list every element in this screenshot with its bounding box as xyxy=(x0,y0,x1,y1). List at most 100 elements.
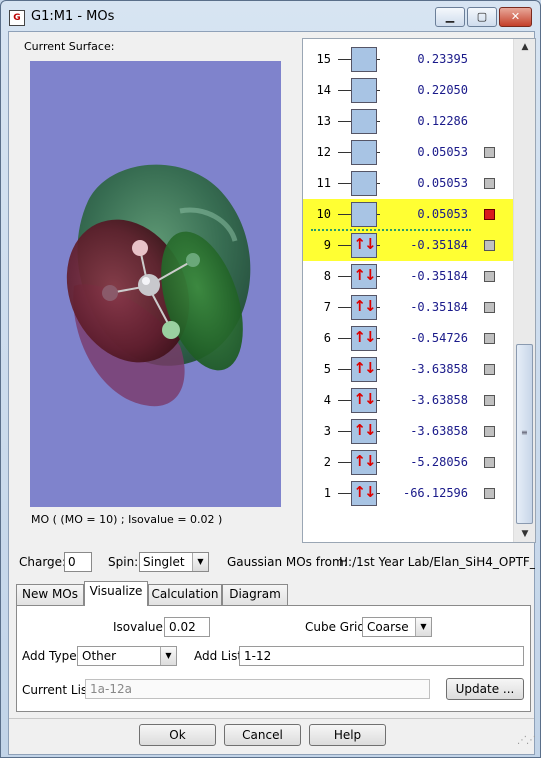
orbital-box[interactable]: ↑↓ xyxy=(351,388,377,413)
cube-grid-label: Cube Grid: xyxy=(305,620,370,634)
mo-number: 11 xyxy=(316,176,331,190)
gaussian-mos-from-label: Gaussian MOs from: xyxy=(227,555,348,569)
close-button[interactable]: ✕ xyxy=(499,7,532,27)
surface-checkbox[interactable] xyxy=(484,271,495,282)
orbital-box[interactable]: ↑↓ xyxy=(351,419,377,444)
spin-select[interactable]: Singlet ▼ xyxy=(139,552,209,572)
homo-lumo-divider xyxy=(311,229,471,231)
mo-row-13[interactable]: 13 0.12286 xyxy=(303,106,513,137)
surface-checkbox[interactable] xyxy=(484,488,495,499)
cancel-button[interactable]: Cancel xyxy=(224,724,301,746)
mo-row-8[interactable]: 8 ↑↓ -0.35184 xyxy=(303,261,513,292)
mo-row-6[interactable]: 6 ↑↓ -0.54726 xyxy=(303,323,513,354)
orbital-box[interactable] xyxy=(351,47,377,72)
surface-checkbox[interactable] xyxy=(484,178,495,189)
mo-energy-value: -3.63858 xyxy=(410,362,468,376)
dropdown-arrow-icon[interactable]: ▼ xyxy=(160,647,176,665)
add-type-select[interactable]: Other ▼ xyxy=(77,646,177,666)
surface-shown-checkbox[interactable] xyxy=(484,209,495,220)
surface-checkbox[interactable] xyxy=(484,302,495,313)
mo-number: 14 xyxy=(316,83,331,97)
electron-pair-icon: ↑↓ xyxy=(353,266,376,284)
mo-row-2[interactable]: 2 ↑↓ -5.28056 xyxy=(303,447,513,478)
orbital-box[interactable] xyxy=(351,140,377,165)
surface-checkbox[interactable] xyxy=(484,364,495,375)
isovalue-input[interactable]: 0.02 xyxy=(164,617,210,637)
help-button[interactable]: Help xyxy=(309,724,386,746)
mo-row-9[interactable]: 9 ↑↓ -0.35184 xyxy=(303,230,513,261)
mo-number: 10 xyxy=(316,207,331,221)
mo-row-7[interactable]: 7 ↑↓ -0.35184 xyxy=(303,292,513,323)
mo-list-scrollbar[interactable]: ▲ ≡ ▼ xyxy=(513,39,535,542)
gaussian-source-path: H:/1st Year Lab/Elan_SiH4_OPTF_P( xyxy=(339,555,535,569)
maximize-button[interactable]: ▢ xyxy=(467,7,497,27)
add-list-input[interactable]: 1-12 xyxy=(239,646,524,666)
orbital-box[interactable] xyxy=(351,78,377,103)
mo-row-14[interactable]: 14 0.22050 xyxy=(303,75,513,106)
mo-number: 1 xyxy=(323,486,331,500)
orbital-box[interactable]: ↑↓ xyxy=(351,326,377,351)
surface-checkbox[interactable] xyxy=(484,333,495,344)
orbital-box[interactable] xyxy=(351,109,377,134)
mo-row-1[interactable]: 1 ↑↓ -66.12596 xyxy=(303,478,513,509)
dropdown-arrow-icon[interactable]: ▼ xyxy=(415,618,431,636)
tab-diagram[interactable]: Diagram xyxy=(222,584,288,605)
electron-pair-icon: ↑↓ xyxy=(353,421,376,439)
mo-row-12[interactable]: 12 0.05053 xyxy=(303,137,513,168)
charge-label: Charge: xyxy=(19,555,67,569)
update-button[interactable]: Update ... xyxy=(446,678,524,700)
tab-visualize[interactable]: Visualize xyxy=(84,581,148,606)
add-type-value: Other xyxy=(82,649,117,663)
mo-energy-value: 0.22050 xyxy=(417,83,468,97)
surface-checkbox[interactable] xyxy=(484,395,495,406)
electron-pair-icon: ↑↓ xyxy=(353,235,376,253)
grip-icon: ≡ xyxy=(521,428,528,437)
mo-row-3[interactable]: 3 ↑↓ -3.63858 xyxy=(303,416,513,447)
mo-energy-list[interactable]: 15 0.23395 14 0.22050 13 0.12286 12 0.05053 11 0.… xyxy=(302,38,536,543)
tab-new-mos[interactable]: New MOs xyxy=(16,584,84,605)
mo-energy-value: 0.05053 xyxy=(417,207,468,221)
orbital-box[interactable]: ↑↓ xyxy=(351,357,377,382)
cube-grid-select[interactable]: Coarse ▼ xyxy=(362,617,432,637)
surface-checkbox[interactable] xyxy=(484,240,495,251)
scroll-down-arrow-icon[interactable]: ▼ xyxy=(514,526,535,542)
minimize-button[interactable]: ▁ xyxy=(435,7,465,27)
footer-separator xyxy=(9,718,534,719)
mo-number: 15 xyxy=(316,52,331,66)
ok-button[interactable]: Ok xyxy=(139,724,216,746)
mo-row-5[interactable]: 5 ↑↓ -3.63858 xyxy=(303,354,513,385)
surface-checkbox[interactable] xyxy=(484,147,495,158)
mo-row-4[interactable]: 4 ↑↓ -3.63858 xyxy=(303,385,513,416)
tab-calculation[interactable]: Calculation xyxy=(148,584,222,605)
orbital-box[interactable] xyxy=(351,202,377,227)
mo-row-15[interactable]: 15 0.23395 xyxy=(303,44,513,75)
title-bar[interactable]: G G1:M1 - MOs ▁ ▢ ✕ xyxy=(1,1,540,31)
orbital-box[interactable]: ↑↓ xyxy=(351,295,377,320)
orbital-box[interactable]: ↑↓ xyxy=(351,233,377,258)
resize-grip-icon[interactable]: ⋰⋰ xyxy=(517,735,536,746)
orbital-box[interactable]: ↑↓ xyxy=(351,450,377,475)
isovalue-label: Isovalue: xyxy=(113,620,167,634)
dropdown-arrow-icon[interactable]: ▼ xyxy=(192,553,208,571)
mo-energy-value: -3.63858 xyxy=(410,424,468,438)
mo-row-11[interactable]: 11 0.05053 xyxy=(303,168,513,199)
charge-input[interactable]: 0 xyxy=(64,552,92,572)
scrollbar-thumb[interactable]: ≡ xyxy=(516,344,533,524)
app-icon[interactable]: G xyxy=(9,10,25,26)
window-title: G1:M1 - MOs xyxy=(31,9,115,24)
mo-energy-value: -5.28056 xyxy=(410,455,468,469)
mo-energy-value: -0.54726 xyxy=(410,331,468,345)
mo-energy-value: -0.35184 xyxy=(410,238,468,252)
orbital-box[interactable]: ↑↓ xyxy=(351,481,377,506)
surface-checkbox[interactable] xyxy=(484,426,495,437)
mo-number: 9 xyxy=(323,238,331,252)
mo-row-10[interactable]: 10 0.05053 xyxy=(303,199,513,230)
scroll-up-arrow-icon[interactable]: ▲ xyxy=(514,39,535,55)
surface-checkbox[interactable] xyxy=(484,457,495,468)
orbital-box[interactable] xyxy=(351,171,377,196)
add-type-label: Add Type: xyxy=(22,649,81,663)
orbital-surface-viewport[interactable] xyxy=(30,61,281,507)
electron-pair-icon: ↑↓ xyxy=(353,297,376,315)
visualize-tab-panel: Isovalue: 0.02 Cube Grid: Coarse ▼ Add T… xyxy=(16,605,531,712)
orbital-box[interactable]: ↑↓ xyxy=(351,264,377,289)
